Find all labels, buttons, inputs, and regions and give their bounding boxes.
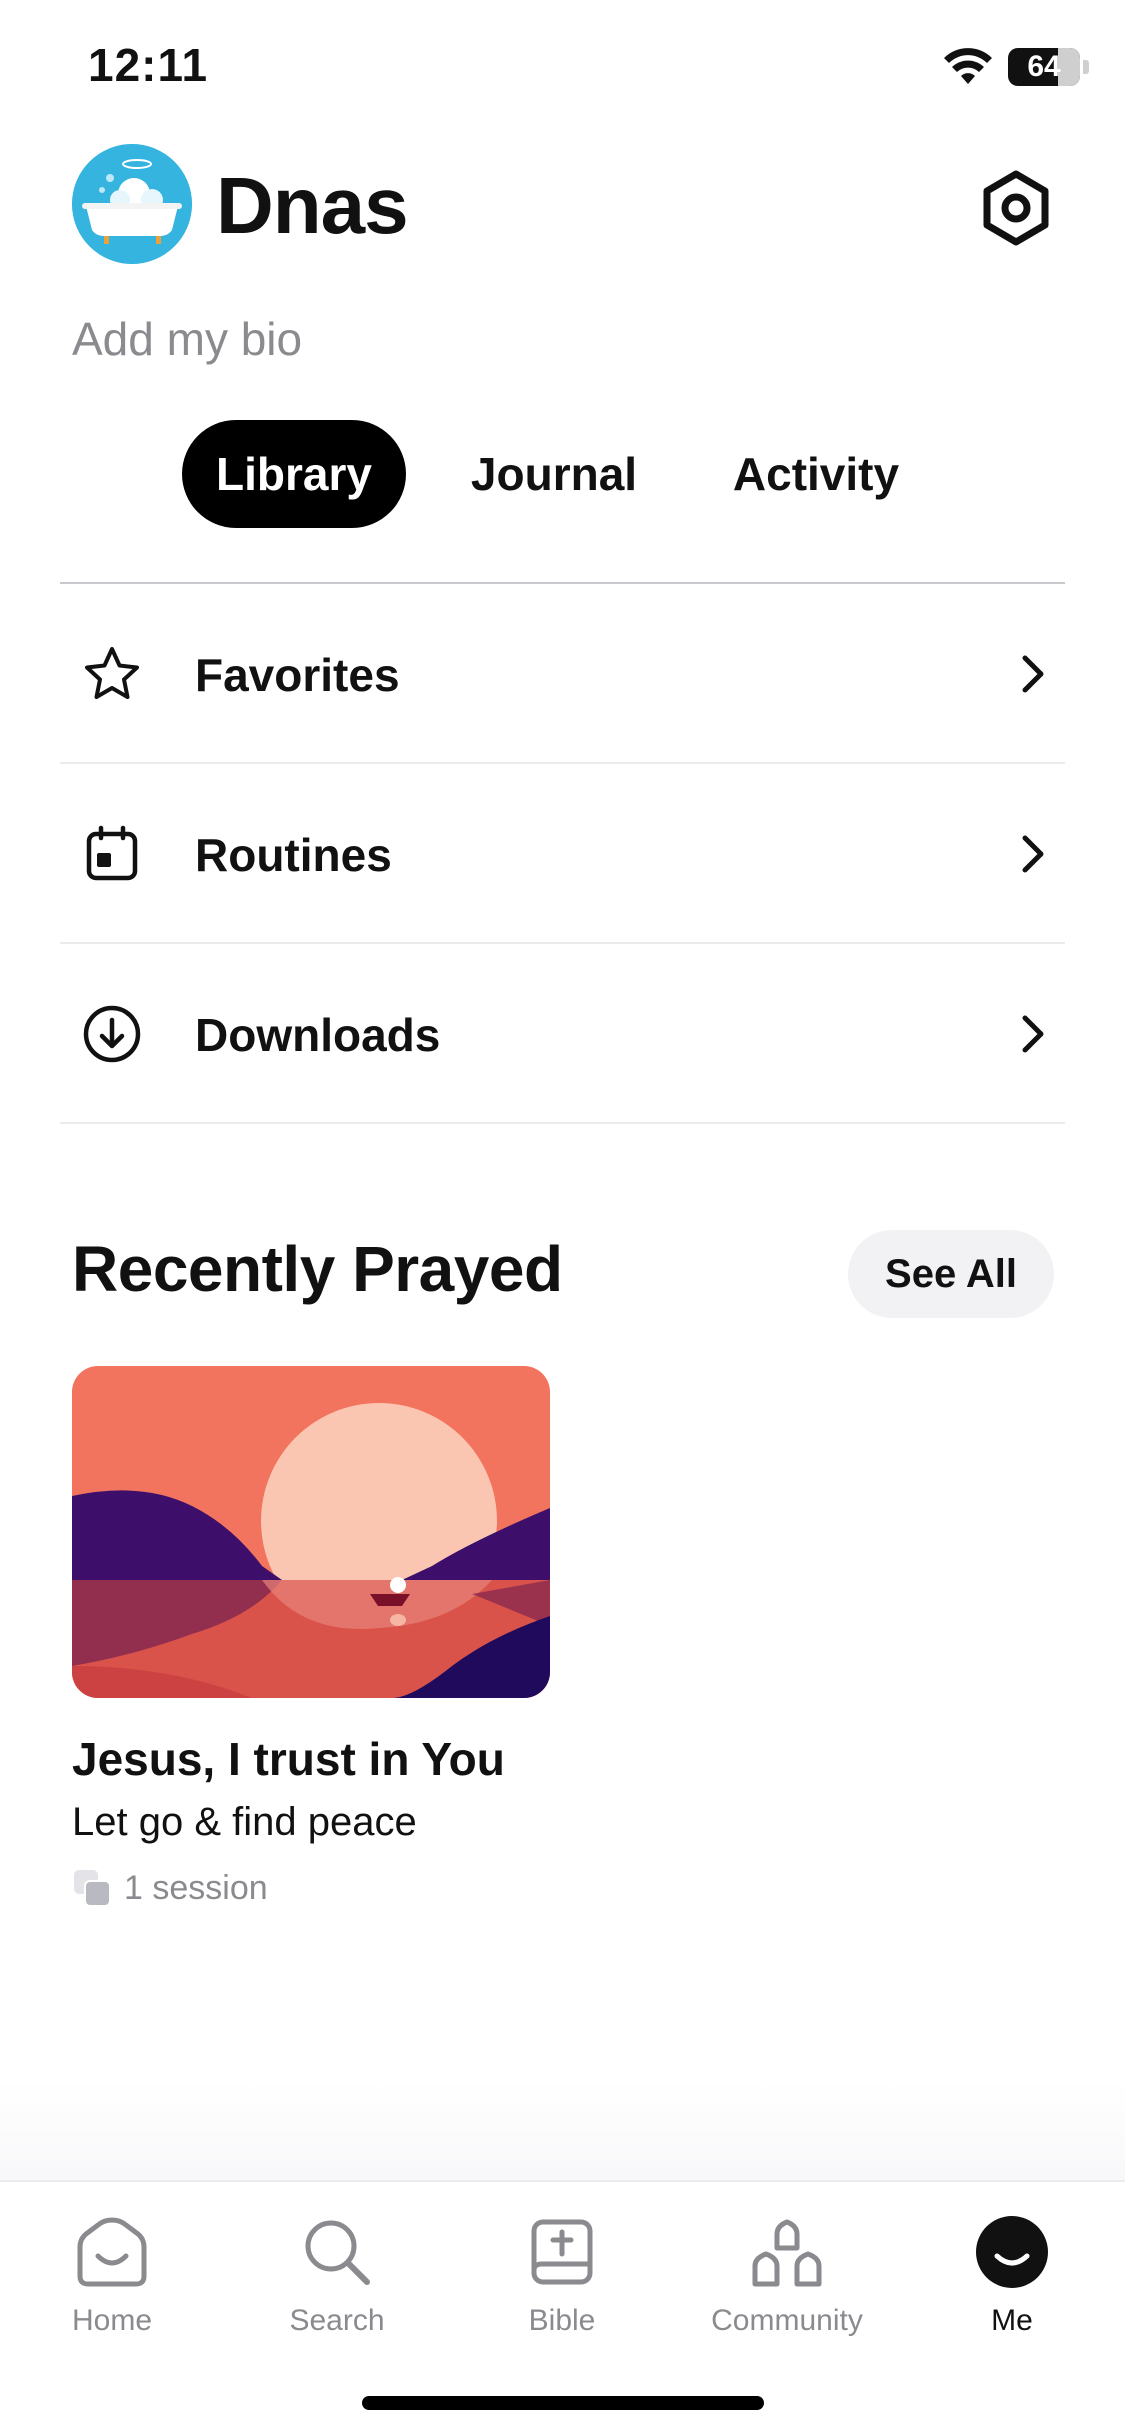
prayer-card-title[interactable]: Jesus, I trust in You xyxy=(72,1732,505,1786)
profile-tabs: Library Journal Activity xyxy=(182,420,930,528)
nav-label-search: Search xyxy=(289,2304,385,2337)
nav-label-me: Me xyxy=(991,2304,1033,2337)
nav-item-bible[interactable]: Bible xyxy=(462,2212,662,2362)
nav-item-me[interactable]: Me xyxy=(912,2212,1112,2362)
see-all-button[interactable]: See All xyxy=(848,1230,1054,1318)
calendar-icon xyxy=(86,825,138,881)
star-icon xyxy=(85,647,139,699)
settings-icon[interactable] xyxy=(976,168,1056,248)
me-icon xyxy=(976,2216,1048,2288)
prayer-card-artwork[interactable] xyxy=(72,1366,550,1698)
tab-activity[interactable]: Activity xyxy=(702,420,930,528)
tab-journal[interactable]: Journal xyxy=(406,420,702,528)
battery-cap xyxy=(1083,60,1089,74)
home-indicator[interactable] xyxy=(362,2396,764,2410)
bible-icon xyxy=(531,2219,593,2285)
section-title-recently-prayed: Recently Prayed xyxy=(72,1233,563,1305)
sessions-icon xyxy=(74,1870,111,1907)
battery-level: 64 xyxy=(1027,50,1061,83)
status-bar: 12:11 64 xyxy=(0,0,1125,130)
battery-icon: 64 xyxy=(1008,48,1080,86)
session-count: 1 session xyxy=(124,1868,268,1907)
list-item-favorites[interactable]: Favorites xyxy=(60,584,1065,764)
chevron-right-icon xyxy=(1022,655,1044,693)
nav-item-search[interactable]: Search xyxy=(237,2212,437,2362)
prayer-card-meta: 1 session xyxy=(72,1868,268,1908)
download-icon xyxy=(83,1005,141,1063)
status-time: 12:11 xyxy=(88,39,209,91)
nav-label-bible: Bible xyxy=(528,2304,596,2337)
community-icon xyxy=(752,2219,822,2287)
list-item-routines[interactable]: Routines xyxy=(60,764,1065,944)
nav-item-home[interactable]: Home xyxy=(12,2212,212,2362)
sunset-lake-illustration xyxy=(72,1366,550,1698)
favorites-label: Favorites xyxy=(195,649,400,701)
tab-library[interactable]: Library xyxy=(182,420,406,528)
downloads-label: Downloads xyxy=(195,1009,441,1061)
nav-label-home: Home xyxy=(71,2304,153,2337)
avatar[interactable] xyxy=(72,144,192,264)
nav-item-community[interactable]: Community xyxy=(687,2212,887,2362)
chevron-right-icon xyxy=(1022,835,1044,873)
nav-label-community: Community xyxy=(711,2304,863,2337)
routines-label: Routines xyxy=(195,829,392,881)
wifi-icon xyxy=(944,48,992,84)
list-item-downloads[interactable]: Downloads xyxy=(60,944,1065,1124)
profile-name: Dnas xyxy=(216,161,409,250)
home-icon xyxy=(77,2217,147,2287)
bathtub-avatar-icon xyxy=(72,144,192,264)
prayer-card-subtitle: Let go & find peace xyxy=(72,1800,417,1844)
chevron-right-icon xyxy=(1022,1015,1044,1053)
search-icon xyxy=(305,2220,370,2285)
add-bio-link[interactable]: Add my bio xyxy=(72,312,302,366)
bottom-fade xyxy=(0,2080,1125,2180)
